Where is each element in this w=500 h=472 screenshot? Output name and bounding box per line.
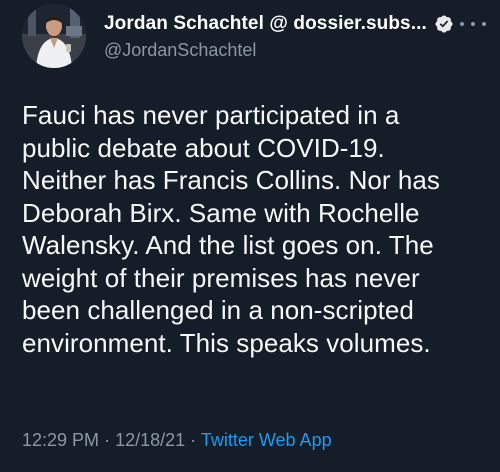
tweet-date[interactable]: 12/18/21 <box>115 430 185 450</box>
meta-separator: · <box>190 430 197 450</box>
more-dot <box>460 22 464 26</box>
tweet-text: Fauci has never participated in a public… <box>22 100 440 358</box>
author-handle[interactable]: @JordanSchachtel <box>104 40 488 61</box>
author-display-name[interactable]: Jordan Schachtel @ dossier.subs... <box>104 13 427 35</box>
tweet-time[interactable]: 12:29 PM <box>22 430 99 450</box>
tweet-meta: 12:29 PM · 12/18/21 · Twitter Web App <box>22 430 332 451</box>
more-dot <box>482 22 486 26</box>
more-options-icon[interactable] <box>460 14 488 34</box>
verified-badge-icon <box>435 15 453 33</box>
tweet-source-link[interactable]: Twitter Web App <box>201 430 332 450</box>
profile-photo <box>22 4 86 68</box>
avatar[interactable] <box>22 4 86 68</box>
tweet-header: Jordan Schachtel @ dossier.subs... @Jord… <box>104 10 488 61</box>
author-row: Jordan Schachtel @ dossier.subs... <box>104 10 488 38</box>
more-dot <box>471 22 475 26</box>
tweet-card: Jordan Schachtel @ dossier.subs... @Jord… <box>0 0 500 472</box>
meta-separator: · <box>104 430 111 450</box>
